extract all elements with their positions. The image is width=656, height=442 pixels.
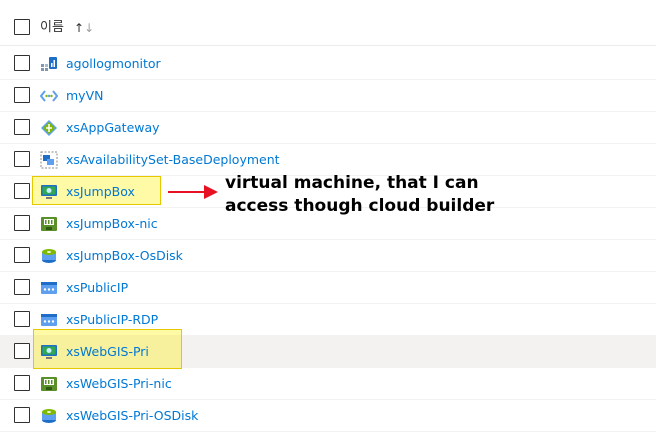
row-checkbox[interactable] — [14, 151, 30, 167]
resource-name-link[interactable]: xsWebGIS-Pri — [66, 344, 149, 360]
row-checkbox[interactable] — [14, 119, 30, 135]
row-checkbox[interactable] — [14, 311, 30, 327]
resource-name-link[interactable]: xsWebGIS-Pri-OSDisk — [66, 408, 198, 424]
application-gateway-icon — [41, 120, 57, 136]
row-checkbox[interactable] — [14, 407, 30, 423]
network-interface-icon — [41, 217, 57, 231]
resource-name-link[interactable]: myVN — [66, 88, 103, 104]
annotation-line-2: access though cloud builder — [225, 196, 495, 216]
virtual-machine-icon — [41, 185, 57, 199]
row-checkbox[interactable] — [14, 375, 30, 391]
public-ip-icon — [41, 282, 57, 294]
annotation-text: virtual machine, that I can access thoug… — [225, 172, 525, 218]
list-item[interactable]: xsWebGIS-Pri-OSDisk — [0, 400, 656, 432]
resource-name-link[interactable]: xsJumpBox — [66, 184, 135, 200]
resource-name-link[interactable]: agollogmonitor — [66, 56, 161, 72]
resource-name-link[interactable]: xsJumpBox-nic — [66, 216, 158, 232]
row-checkbox[interactable] — [14, 247, 30, 263]
annotation-line-1: virtual machine, that I can — [225, 173, 479, 193]
list-item[interactable]: agollogmonitor — [0, 48, 656, 80]
virtual-network-icon — [40, 90, 58, 102]
resource-name-link[interactable]: xsPublicIP-RDP — [66, 312, 158, 328]
log-analytics-icon — [41, 57, 57, 71]
list-header: 이름 ↑↓ — [0, 0, 656, 46]
disk-icon — [42, 409, 56, 423]
sort-ascending-icon[interactable]: ↑↓ — [74, 20, 94, 36]
public-ip-icon — [41, 314, 57, 326]
virtual-machine-icon — [41, 345, 57, 359]
resource-name-link[interactable]: xsJumpBox-OsDisk — [66, 248, 183, 264]
resource-name-link[interactable]: xsAppGateway — [66, 120, 160, 136]
resource-name-link[interactable]: xsAvailabilitySet-BaseDeployment — [66, 152, 280, 168]
row-checkbox[interactable] — [14, 279, 30, 295]
row-checkbox[interactable] — [14, 87, 30, 103]
resource-name-link[interactable]: xsPublicIP — [66, 280, 128, 296]
select-all-checkbox[interactable] — [14, 19, 30, 35]
list-item[interactable]: xsPublicIP — [0, 272, 656, 304]
row-checkbox[interactable] — [14, 343, 30, 359]
row-checkbox[interactable] — [14, 183, 30, 199]
row-checkbox[interactable] — [14, 55, 30, 71]
list-item[interactable]: xsWebGIS-Pri-nic — [0, 368, 656, 400]
resource-name-link[interactable]: xsWebGIS-Pri-nic — [66, 376, 172, 392]
availability-set-icon — [40, 151, 58, 169]
list-item[interactable]: xsJumpBox-OsDisk — [0, 240, 656, 272]
list-item[interactable]: xsAppGateway — [0, 112, 656, 144]
annotation-arrow-icon — [168, 185, 218, 199]
network-interface-icon — [41, 377, 57, 391]
column-header-name[interactable]: 이름 — [40, 20, 64, 36]
row-checkbox[interactable] — [14, 215, 30, 231]
list-item[interactable]: myVN — [0, 80, 656, 112]
disk-icon — [42, 249, 56, 263]
